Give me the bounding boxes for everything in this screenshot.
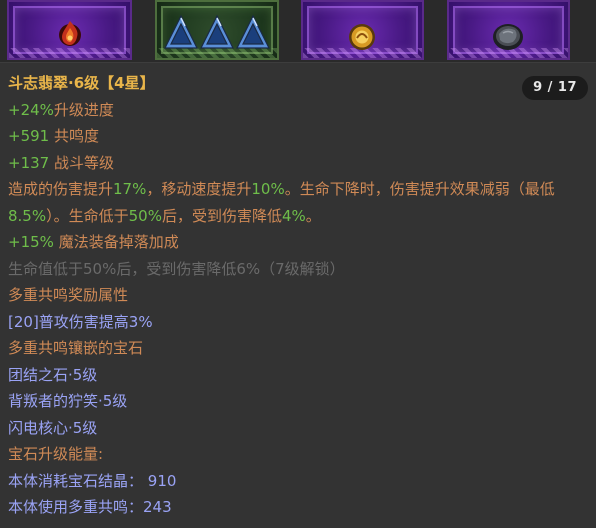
resonance-cost-label: 本体使用多重共鸣： <box>8 498 144 516</box>
effect-text-5: 后，受到伤害降低 <box>161 206 282 225</box>
effect-reduction-value: 4% <box>281 206 306 225</box>
effect-text-1: 造成的伤害提升 <box>8 180 114 198</box>
effect-speed-value: 10% <box>251 180 285 198</box>
purple-slot-red-gem[interactable] <box>7 0 132 60</box>
resonance-value: +591 <box>8 127 50 145</box>
red-flame-gem-icon <box>59 21 81 46</box>
effect-text-6: 。 <box>305 206 321 225</box>
gem-title: 斗志翡翠·6级【4星】 <box>8 74 155 92</box>
effect-damage-value: 17% <box>113 180 147 198</box>
resonance-label: 共鸣度 <box>49 127 99 145</box>
green-slot-three-blue-gems[interactable] <box>155 0 279 60</box>
effect-min-value: 8.5% <box>8 206 47 225</box>
combat-level-line: +137 战斗等级 <box>8 150 588 177</box>
gem-tooltip: 9 / 17 斗志翡翠·6级【4星】 +24%升级进度 +591 共鸣度 +13… <box>0 62 596 528</box>
purple-slot-dark-gem[interactable] <box>447 0 570 60</box>
upgrade-progress-line: +24%升级进度 <box>8 97 588 124</box>
inlaid-gem-item: 闪电核心·5级 <box>8 418 98 437</box>
upgrade-energy-label: 宝石升级能量: <box>8 445 104 463</box>
multi-resonance-header: 多重共鸣奖励属性 <box>8 286 129 304</box>
gem-slot-bar <box>0 0 596 62</box>
resonance-cost-value: 243 <box>143 498 172 516</box>
upgrade-progress-label: 升级进度 <box>53 100 114 119</box>
effect-text-2: ，移动速度提升 <box>146 180 252 198</box>
gold-orb-gem-icon <box>349 24 375 50</box>
tooltip-lines: 斗志翡翠·6级【4星】 +24%升级进度 +591 共鸣度 +137 战斗等级 … <box>8 70 588 521</box>
inlaid-gem-item: 团结之石·5级 <box>8 365 98 384</box>
magic-drop-label: 魔法装备掉落加成 <box>53 233 179 251</box>
effect-text-3: 。生命下降时，伤害提升效果减弱（最低 <box>284 180 555 198</box>
resonance-line: +591 共鸣度 <box>8 123 588 150</box>
upgrade-progress-value: +24% <box>8 100 54 119</box>
locked-effect: 生命值低于50%后，受到伤害降低6%（7级解锁） <box>8 259 345 278</box>
resonance-cost-line: 本体使用多重共鸣：243 <box>8 494 588 521</box>
crystal-cost-value: 910 <box>147 471 177 490</box>
inlaid-gems-header: 多重共鸣镶嵌的宝石 <box>8 339 144 357</box>
magic-drop-value: +15% <box>8 233 54 251</box>
combat-level-value: +137 <box>8 153 50 172</box>
magic-drop-line: +15% 魔法装备掉落加成 <box>8 229 588 256</box>
dark-stone-gem-icon <box>493 24 523 50</box>
multi-resonance-bonus: [20]普攻伤害提高3% <box>8 312 153 331</box>
effect-threshold-value: 50% <box>128 206 162 225</box>
crystal-cost-line: 本体消耗宝石结晶： 910 <box>8 468 588 495</box>
purple-slot-gold-gem[interactable] <box>301 0 424 60</box>
crystal-cost-label: 本体消耗宝石结晶： <box>8 471 144 490</box>
effect-text-4: ）。生命低于 <box>46 206 129 225</box>
effect-description: 造成的伤害提升17%，移动速度提升10%。生命下降时，伤害提升效果减弱（最低 8.… <box>8 176 588 229</box>
inlaid-gem-item: 背叛者的狞笑·5级 <box>8 392 128 410</box>
blue-triangle-gems-icon <box>164 14 270 49</box>
combat-level-label: 战斗等级 <box>49 153 114 172</box>
